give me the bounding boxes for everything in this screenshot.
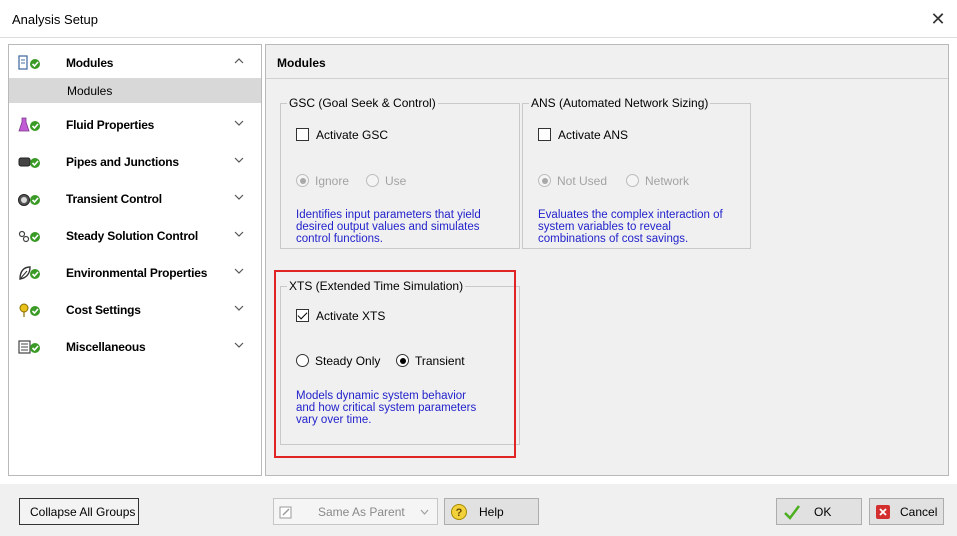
cost-icon <box>19 303 40 317</box>
ans-groupbox: ANS (Automated Network Sizing) Activate … <box>522 96 751 249</box>
sidebar-group-label: Modules <box>66 56 114 70</box>
activate-gsc-label[interactable]: Activate GSC <box>316 128 388 142</box>
xts-highlight-box <box>274 270 516 458</box>
ans-legend: ANS (Automated Network Sizing) <box>529 96 711 110</box>
sidebar-group-label: Steady Solution Control <box>66 229 199 243</box>
sidebar-group-label: Environmental Properties <box>66 266 208 280</box>
ans-not-used-radio[interactable] <box>538 174 551 187</box>
same-as-parent-label: Same As Parent <box>318 505 405 519</box>
ans-description-line: system variables to reveal <box>538 221 671 233</box>
gsc-use-radio[interactable] <box>366 174 379 187</box>
title-bar: Analysis Setup ✕ <box>0 0 957 38</box>
flask-icon <box>18 117 40 132</box>
sidebar-item-modules[interactable]: Modules <box>9 78 261 103</box>
panel-header: Modules <box>266 45 948 79</box>
gsc-ignore-label[interactable]: Ignore <box>315 174 349 188</box>
panel-title: Modules <box>277 56 326 70</box>
stopwatch-icon <box>18 194 40 206</box>
cancel-label: Cancel <box>900 505 938 519</box>
ans-description-line: combinations of cost savings. <box>538 233 689 245</box>
gsc-description-line: control functions. <box>296 233 383 245</box>
sidebar: Modules Modules Fluid Properties Pipes a… <box>8 44 262 476</box>
ok-button[interactable]: OK <box>776 498 862 525</box>
dropdown-arrow-icon[interactable] <box>420 509 429 516</box>
footer: Collapse All Groups Same As Parent ? Hel… <box>0 484 957 536</box>
chevron-up-icon[interactable] <box>233 55 245 67</box>
misc-icon <box>18 340 40 354</box>
cancel-button[interactable]: Cancel <box>869 498 944 525</box>
chevron-down-icon[interactable] <box>233 191 245 203</box>
ans-description: Evaluates the complex interaction of sys… <box>538 209 723 245</box>
gsc-groupbox: GSC (Goal Seek & Control) Activate GSC I… <box>280 96 520 249</box>
help-label: Help <box>479 505 504 519</box>
ok-label: OK <box>814 505 832 519</box>
sidebar-group-steady-solution-control[interactable]: Steady Solution Control <box>9 218 261 254</box>
sidebar-group-fluid-properties[interactable]: Fluid Properties <box>9 107 261 143</box>
collapse-all-groups-label: Collapse All Groups <box>30 505 136 519</box>
chevron-down-icon[interactable] <box>233 265 245 277</box>
help-button[interactable]: ? Help <box>444 498 539 525</box>
ans-not-used-label[interactable]: Not Used <box>557 174 607 188</box>
activate-ans-checkbox[interactable] <box>538 128 551 141</box>
ans-network-label[interactable]: Network <box>645 174 689 188</box>
sidebar-group-label: Transient Control <box>66 192 162 206</box>
solution-icon <box>18 230 40 243</box>
sidebar-group-pipes-and-junctions[interactable]: Pipes and Junctions <box>9 144 261 180</box>
help-icon: ? <box>451 504 467 520</box>
gsc-ignore-radio[interactable] <box>296 174 309 187</box>
close-button[interactable]: ✕ <box>927 8 949 30</box>
gsc-use-label[interactable]: Use <box>385 174 406 188</box>
sidebar-group-label: Fluid Properties <box>66 118 155 132</box>
sidebar-group-modules[interactable]: Modules <box>9 45 261 81</box>
gsc-legend: GSC (Goal Seek & Control) <box>287 96 438 110</box>
window-title: Analysis Setup <box>12 12 98 27</box>
same-as-parent-button[interactable]: Same As Parent <box>273 498 438 525</box>
activate-gsc-checkbox[interactable] <box>296 128 309 141</box>
modules-icon <box>18 55 40 70</box>
svg-text:?: ? <box>456 507 463 519</box>
checkmark-icon <box>784 505 800 520</box>
chevron-down-icon[interactable] <box>233 302 245 314</box>
ans-description-line: Evaluates the complex interaction of <box>538 209 723 221</box>
gsc-description-line: Identifies input parameters that yield <box>296 209 481 221</box>
edit-icon <box>279 506 292 519</box>
chevron-down-icon[interactable] <box>233 228 245 240</box>
sidebar-group-label: Pipes and Junctions <box>66 155 179 169</box>
pipe-icon <box>18 157 40 168</box>
chevron-down-icon[interactable] <box>233 154 245 166</box>
sidebar-group-cost-settings[interactable]: Cost Settings <box>9 292 261 328</box>
sidebar-item-label: Modules <box>67 84 113 98</box>
sidebar-group-label: Miscellaneous <box>66 340 146 354</box>
cancel-x-icon <box>876 505 890 519</box>
gsc-description-line: desired output values and simulates <box>296 221 480 233</box>
chevron-down-icon[interactable] <box>233 117 245 129</box>
chevron-down-icon[interactable] <box>233 339 245 351</box>
sidebar-group-label: Cost Settings <box>66 303 141 317</box>
gsc-description: Identifies input parameters that yield d… <box>296 209 481 245</box>
collapse-all-groups-button[interactable]: Collapse All Groups <box>19 498 139 525</box>
sidebar-group-transient-control[interactable]: Transient Control <box>9 181 261 217</box>
leaf-icon <box>19 266 40 280</box>
sidebar-group-environmental-properties[interactable]: Environmental Properties <box>9 255 261 291</box>
sidebar-group-miscellaneous[interactable]: Miscellaneous <box>9 329 261 365</box>
ans-network-radio[interactable] <box>626 174 639 187</box>
activate-ans-label[interactable]: Activate ANS <box>558 128 628 142</box>
